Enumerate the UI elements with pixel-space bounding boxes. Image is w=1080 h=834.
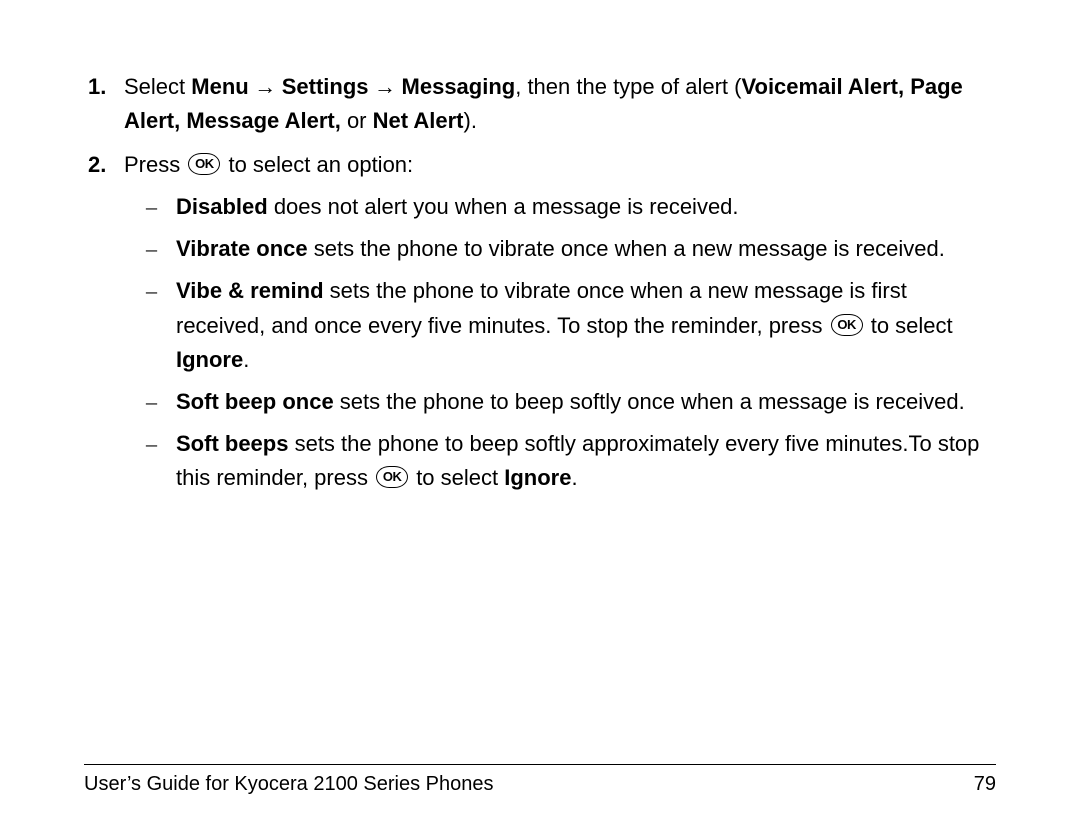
ignore-label: Ignore [176, 347, 243, 372]
option-term: Soft beeps [176, 431, 288, 456]
option-text: sets the phone to beep softly once when … [334, 389, 965, 414]
option-term: Vibe & remind [176, 278, 324, 303]
option-term: Soft beep once [176, 389, 334, 414]
step-2-body: Press OK to select an option: – Disabled… [124, 148, 996, 503]
option-body: Soft beep once sets the phone to beep so… [176, 385, 996, 419]
dash-icon: – [146, 427, 176, 495]
arrow-icon: → [369, 74, 402, 99]
text: . [243, 347, 249, 372]
nav-settings: Settings [282, 74, 369, 99]
step-1-body: Select Menu → Settings → Messaging, then… [124, 70, 996, 138]
option-vibe-remind: – Vibe & remind sets the phone to vibrat… [124, 274, 996, 376]
text: to select an option: [222, 152, 413, 177]
step-2: 2. Press OK to select an option: – Disab… [84, 148, 996, 503]
step-2-marker: 2. [88, 148, 124, 503]
option-body: Vibrate once sets the phone to vibrate o… [176, 232, 996, 266]
ok-button-icon: OK [831, 314, 863, 336]
dash-icon: – [146, 274, 176, 376]
nav-messaging: Messaging [402, 74, 516, 99]
net-alert: Net Alert [373, 108, 464, 133]
option-term: Vibrate once [176, 236, 308, 261]
ok-button-icon: OK [376, 466, 408, 488]
footer-row: User’s Guide for Kyocera 2100 Series Pho… [84, 773, 996, 796]
step-1: 1. Select Menu → Settings → Messaging, t… [84, 70, 996, 138]
option-text: to select [865, 313, 953, 338]
option-vibrate-once: – Vibrate once sets the phone to vibrate… [124, 232, 996, 266]
text: ). [464, 108, 477, 133]
option-text: sets the phone to beep softly approximat… [176, 431, 979, 490]
option-term: Disabled [176, 194, 268, 219]
content-body: 1. Select Menu → Settings → Messaging, t… [84, 70, 996, 503]
ignore-label: Ignore [504, 465, 571, 490]
option-disabled: – Disabled does not alert you when a mes… [124, 190, 996, 224]
dash-icon: – [146, 190, 176, 224]
option-list: – Disabled does not alert you when a mes… [124, 190, 996, 495]
page-footer: User’s Guide for Kyocera 2100 Series Pho… [84, 764, 996, 796]
ok-button-icon: OK [188, 153, 220, 175]
option-soft-beeps: – Soft beeps sets the phone to beep soft… [124, 427, 996, 495]
page-number: 79 [974, 773, 996, 796]
dash-icon: – [146, 385, 176, 419]
nav-menu: Menu [191, 74, 248, 99]
option-body: Disabled does not alert you when a messa… [176, 190, 996, 224]
text: . [571, 465, 577, 490]
arrow-icon: → [249, 74, 282, 99]
text: Press [124, 152, 186, 177]
footer-title: User’s Guide for Kyocera 2100 Series Pho… [84, 773, 493, 796]
step-1-marker: 1. [88, 70, 124, 138]
option-text: to select [410, 465, 504, 490]
dash-icon: – [146, 232, 176, 266]
text: Select [124, 74, 191, 99]
option-soft-beep-once: – Soft beep once sets the phone to beep … [124, 385, 996, 419]
text: , then the type of alert ( [515, 74, 741, 99]
option-body: Vibe & remind sets the phone to vibrate … [176, 274, 996, 376]
option-text: does not alert you when a message is rec… [268, 194, 739, 219]
text: or [341, 108, 373, 133]
option-text: sets the phone to vibrate once when a ne… [308, 236, 945, 261]
option-body: Soft beeps sets the phone to beep softly… [176, 427, 996, 495]
footer-divider [84, 764, 996, 765]
page: 1. Select Menu → Settings → Messaging, t… [0, 0, 1080, 834]
